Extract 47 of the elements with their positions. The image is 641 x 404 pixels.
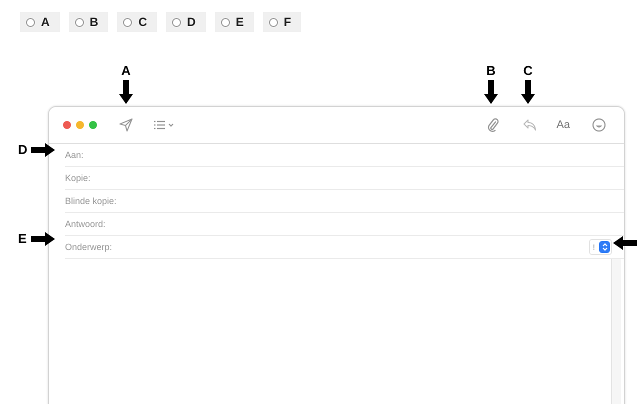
radio-button[interactable]: [172, 18, 182, 26]
answer-option[interactable]: C: [117, 12, 158, 32]
callout-label: C: [523, 64, 533, 78]
answer-option[interactable]: F: [262, 12, 302, 32]
radio-button[interactable]: [26, 18, 35, 26]
option-label: C: [138, 15, 148, 29]
option-label: F: [284, 15, 292, 29]
answer-option[interactable]: A: [20, 12, 60, 32]
header-field[interactable]: Kopie:: [65, 167, 624, 190]
arrow-icon: [484, 80, 498, 104]
answer-option[interactable]: B: [68, 12, 108, 32]
send-icon[interactable]: [119, 118, 133, 132]
header-field[interactable]: Antwoord:: [65, 213, 624, 236]
arrow-icon: [613, 236, 637, 250]
scrollbar[interactable]: [611, 259, 621, 404]
arrow-icon: [521, 80, 535, 104]
header-field[interactable]: Onderwerp: !: [65, 236, 624, 259]
arrow-icon: [30, 232, 55, 246]
header-field[interactable]: Aan:: [65, 144, 624, 167]
reply-icon[interactable]: [522, 119, 537, 131]
radio-button[interactable]: [123, 18, 132, 26]
callout-label: D: [18, 143, 28, 157]
radio-button[interactable]: [74, 18, 84, 26]
callout-label: B: [486, 64, 496, 78]
minimize-button[interactable]: [76, 121, 84, 129]
format-button[interactable]: Aa: [556, 119, 570, 131]
callout-label: E: [18, 232, 27, 246]
answer-option[interactable]: D: [166, 12, 206, 32]
answer-option[interactable]: E: [214, 12, 254, 32]
arrow-icon: [119, 80, 133, 104]
stepper-icon: [599, 241, 610, 253]
option-label: E: [236, 15, 244, 29]
radio-button[interactable]: [220, 18, 230, 26]
header-field[interactable]: Blinde kopie:: [65, 190, 624, 213]
callout-label: A: [121, 64, 131, 78]
option-label: D: [187, 15, 196, 29]
arrow-icon: [31, 143, 56, 157]
list-menu-icon[interactable]: [153, 120, 175, 130]
radio-button[interactable]: [268, 18, 278, 26]
priority-dropdown[interactable]: !: [588, 239, 612, 255]
close-button[interactable]: [63, 121, 71, 129]
priority-label: !: [592, 242, 596, 252]
option-label: A: [41, 15, 50, 29]
paperclip-icon[interactable]: [486, 118, 499, 132]
option-label: B: [90, 15, 98, 29]
emoji-icon[interactable]: [592, 118, 606, 132]
zoom-button[interactable]: [89, 121, 97, 129]
